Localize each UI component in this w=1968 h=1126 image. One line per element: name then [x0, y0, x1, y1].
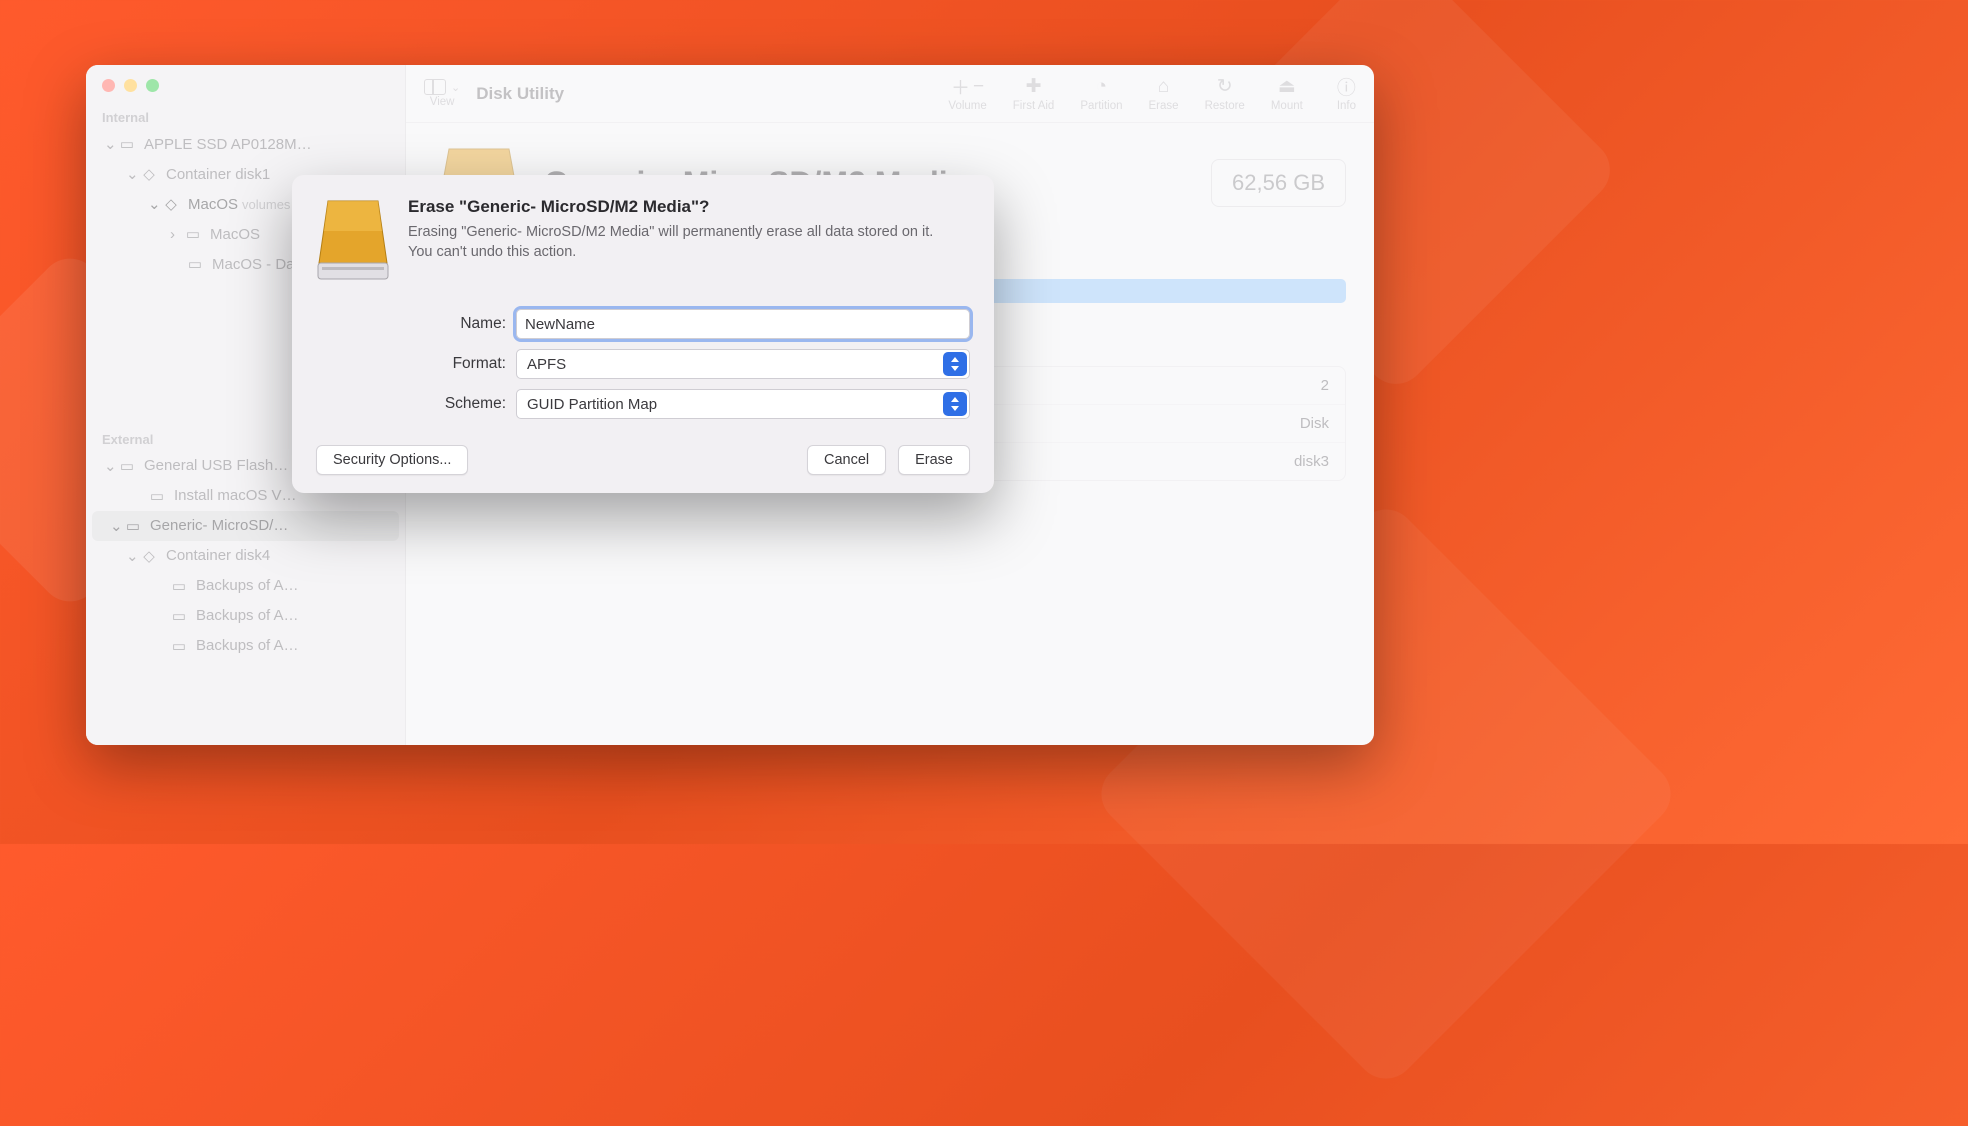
- sidebar-item-label: MacOS: [210, 226, 260, 243]
- window-controls: [86, 65, 405, 102]
- security-options-button[interactable]: Security Options...: [316, 445, 468, 475]
- sidebar-item-label: Generic- MicroSD/…: [150, 517, 288, 534]
- chevron-down-icon: ⌄: [148, 195, 158, 213]
- sidebar-item-label: Install macOS V…: [174, 487, 297, 504]
- sidebar-item-label: APPLE SSD AP0128M…: [144, 136, 312, 153]
- dialog-subtitle: Erasing "Generic- MicroSD/M2 Media" will…: [408, 223, 938, 262]
- volume-icon: ◇: [162, 195, 180, 213]
- eject-icon: ⏏: [1278, 76, 1296, 98]
- volume-icon: ▭: [148, 487, 166, 505]
- format-select[interactable]: APFS: [516, 349, 970, 379]
- stethoscope-icon: ✚: [1026, 76, 1042, 98]
- dialog-title: Erase "Generic- MicroSD/M2 Media"?: [408, 197, 938, 217]
- close-window-button[interactable]: [102, 79, 115, 92]
- sidebar-item-apple-ssd[interactable]: ⌄ ▭ APPLE SSD AP0128M…: [86, 129, 405, 159]
- sidebar-item-label: Backups of A…: [196, 637, 299, 654]
- minus-icon: −: [973, 76, 984, 98]
- volume-icon: ▭: [170, 577, 188, 595]
- toolbar-erase[interactable]: ⌂ Erase: [1149, 76, 1179, 112]
- sidebar-item-generic-microsd[interactable]: ⌄ ▭ Generic- MicroSD/…: [92, 511, 399, 541]
- sidebar-item-backups-3[interactable]: ▭ Backups of A…: [86, 631, 405, 661]
- external-drive-icon: [316, 197, 390, 283]
- sidebar-item-container-disk4[interactable]: ⌄ ◇ Container disk4: [86, 541, 405, 571]
- cancel-button[interactable]: Cancel: [807, 445, 886, 475]
- toolbar: ⌄ View Disk Utility ＋− Volume ✚ First Ai…: [406, 65, 1374, 123]
- volume-icon: ▭: [170, 607, 188, 625]
- name-label: Name:: [406, 315, 516, 333]
- chevron-down-icon: ⌄: [104, 457, 114, 475]
- minimize-window-button[interactable]: [124, 79, 137, 92]
- chevron-down-icon[interactable]: ⌄: [451, 81, 460, 94]
- sidebar-section-internal: Internal: [86, 102, 405, 129]
- toolbar-volume[interactable]: ＋− Volume: [948, 76, 986, 112]
- app-title: Disk Utility: [476, 84, 564, 104]
- scheme-select[interactable]: GUID Partition Map: [516, 389, 970, 419]
- chevron-down-icon: ⌄: [126, 547, 136, 565]
- sidebar-item-backups-2[interactable]: ▭ Backups of A…: [86, 601, 405, 631]
- select-arrows-icon: [943, 352, 967, 376]
- name-input[interactable]: [516, 309, 970, 339]
- restore-icon: ↻: [1217, 76, 1233, 98]
- chevron-right-icon: ›: [170, 226, 180, 243]
- scheme-label: Scheme:: [406, 395, 516, 413]
- format-label: Format:: [406, 355, 516, 373]
- toolbar-info[interactable]: ⓘ Info: [1337, 76, 1356, 112]
- view-mode-icon[interactable]: [424, 79, 446, 95]
- sidebar-item-suffix: volumes: [242, 197, 290, 212]
- sidebar-item-label: Container disk1: [166, 166, 270, 183]
- toolbar-partition[interactable]: ◔ Partition: [1080, 76, 1122, 112]
- volume-icon: ▭: [170, 637, 188, 655]
- erase-dialog: Erase "Generic- MicroSD/M2 Media"? Erasi…: [292, 175, 994, 493]
- disk-icon: ▭: [118, 135, 136, 153]
- plus-icon: ＋: [951, 73, 970, 100]
- info-icon: ⓘ: [1337, 76, 1356, 98]
- container-icon: ◇: [140, 547, 158, 565]
- select-arrows-icon: [943, 392, 967, 416]
- sidebar-item-label: MacOS: [188, 196, 238, 213]
- toolbar-mount[interactable]: ⏏ Mount: [1271, 76, 1303, 112]
- capacity-badge: 62,56 GB: [1211, 159, 1346, 207]
- erase-button[interactable]: Erase: [898, 445, 970, 475]
- sidebar-item-label: Backups of A…: [196, 577, 299, 594]
- pie-icon: ◔: [1096, 76, 1107, 98]
- toolbar-restore[interactable]: ↻ Restore: [1205, 76, 1245, 112]
- sidebar-item-label: Container disk4: [166, 547, 270, 564]
- disk-icon: ▭: [118, 457, 136, 475]
- sidebar-item-label: General USB Flash…: [144, 457, 288, 474]
- chevron-down-icon: ⌄: [126, 165, 136, 183]
- zoom-window-button[interactable]: [146, 79, 159, 92]
- chevron-down-icon: ⌄: [104, 135, 114, 153]
- toolbar-first-aid[interactable]: ✚ First Aid: [1013, 76, 1055, 112]
- sidebar-item-label: Backups of A…: [196, 607, 299, 624]
- sidebar-item-backups-1[interactable]: ▭ Backups of A…: [86, 571, 405, 601]
- volume-icon: ▭: [186, 255, 204, 273]
- container-icon: ◇: [140, 165, 158, 183]
- volume-icon: ▭: [184, 225, 202, 243]
- erase-icon: ⌂: [1158, 76, 1169, 98]
- disk-icon: ▭: [124, 517, 142, 535]
- view-label: View: [430, 96, 455, 108]
- chevron-down-icon: ⌄: [110, 517, 120, 535]
